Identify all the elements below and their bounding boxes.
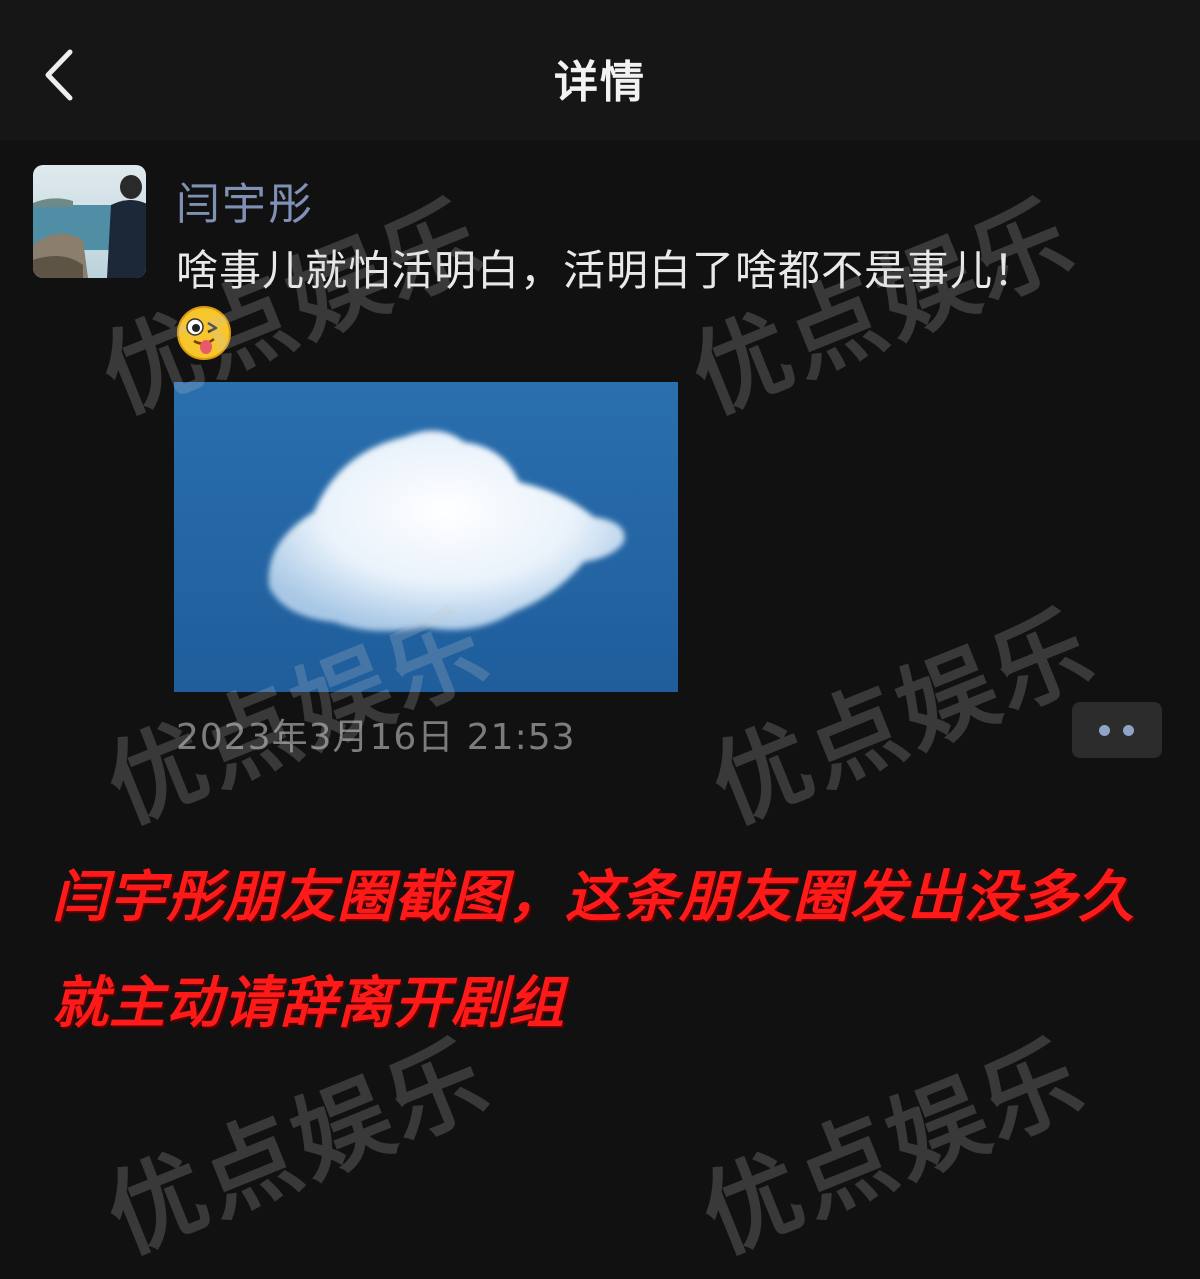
avatar[interactable] xyxy=(33,165,146,278)
caption-line-2: 就主动请辞离开剧组 xyxy=(52,971,565,1036)
post-text: 啥事儿就怕活明白，活明白了啥都不是事儿！ xyxy=(176,246,1037,295)
watermark: 优点娱乐 xyxy=(91,1020,505,1275)
caption-line-1: 闫宇彤朋友圈截图，这条朋友圈发出没多久 xyxy=(52,865,1135,930)
watermark: 优点娱乐 xyxy=(686,1020,1100,1275)
top-bar: 详情 xyxy=(0,0,1200,140)
post-image[interactable] xyxy=(174,382,678,692)
post-timestamp: 2023年3月16日 21:53 xyxy=(176,717,576,758)
winking-tongue-emoji-icon xyxy=(176,305,232,361)
author-name[interactable]: 闫宇彤 xyxy=(176,168,314,232)
watermark: 优点娱乐 xyxy=(696,590,1110,845)
more-options-button[interactable] xyxy=(1072,702,1162,758)
more-dots-icon xyxy=(1123,725,1134,736)
watermark: 优点娱乐 xyxy=(676,180,1090,435)
more-dots-icon xyxy=(1099,725,1110,736)
page-title: 详情 xyxy=(554,57,646,108)
